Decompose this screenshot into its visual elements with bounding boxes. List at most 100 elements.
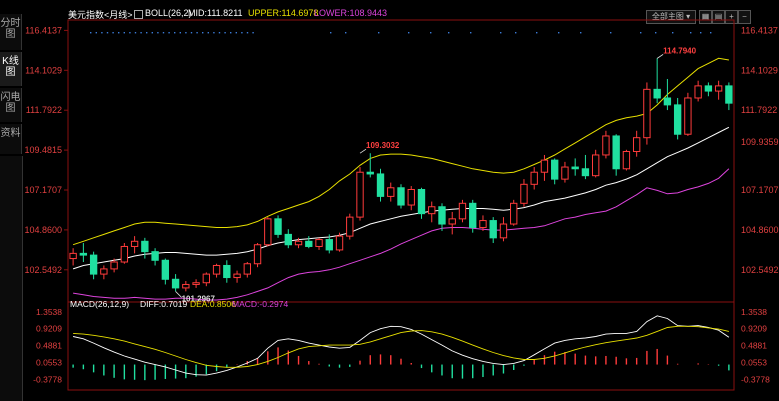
extreme-price-label: 109.3032 — [366, 141, 400, 150]
event-marker — [655, 32, 657, 34]
event-marker — [515, 32, 517, 34]
event-marker — [448, 32, 450, 34]
event-marker — [230, 32, 232, 34]
candle-up — [253, 244, 262, 265]
candle-down — [284, 233, 292, 246]
macd-title: MACD(26,12,9) — [70, 299, 129, 309]
y-tick-label-right: 102.5492 — [741, 265, 779, 275]
candle-down — [489, 220, 497, 239]
event-marker — [241, 32, 243, 34]
candle-up — [694, 85, 702, 99]
candle-up — [212, 264, 221, 275]
event-marker — [168, 32, 170, 34]
y-tick-label-left: 116.4137 — [25, 25, 62, 35]
candle-up — [233, 273, 241, 279]
event-marker — [500, 32, 502, 34]
event-marker — [123, 32, 125, 34]
candle-up — [622, 151, 631, 170]
event-marker — [700, 32, 702, 34]
event-marker — [470, 32, 472, 34]
candle-down — [653, 88, 661, 99]
candle-down — [171, 278, 180, 289]
event-marker — [330, 32, 332, 34]
candle-up — [632, 137, 641, 153]
kline-chart[interactable]: 116.4137 114.1029 111.7922 109.4815 107.1707… — [0, 0, 779, 401]
candle-up — [202, 273, 210, 284]
event-marker — [672, 32, 674, 34]
macd-panel-frame — [67, 301, 735, 391]
event-marker — [95, 32, 97, 34]
event-marker — [408, 32, 410, 34]
candle-down — [397, 187, 405, 206]
candle-up — [540, 159, 549, 173]
candle-down — [673, 104, 682, 135]
candle-up — [602, 135, 610, 156]
event-marker — [146, 32, 148, 34]
candle-up — [69, 252, 77, 260]
candle-down — [79, 252, 88, 256]
y-tick-label-left: 114.1029 — [25, 65, 62, 75]
event-marker — [430, 32, 432, 34]
y-tick-label-left: 111.7922 — [26, 105, 62, 115]
candle-up — [643, 88, 651, 139]
candle-up — [520, 183, 528, 204]
candle-up — [510, 202, 518, 225]
candle-up — [243, 263, 251, 275]
event-marker — [224, 32, 226, 34]
macd-y-tick-right: 1.3538 — [741, 307, 767, 317]
candle-down — [417, 188, 426, 215]
event-marker — [345, 32, 347, 34]
event-marker — [640, 32, 642, 34]
candle-up — [407, 188, 415, 206]
candle-up — [387, 187, 395, 197]
event-marker — [134, 32, 137, 34]
candle-up — [448, 218, 456, 225]
event-marker — [580, 32, 582, 34]
candle-down — [469, 202, 477, 228]
event-marker — [140, 32, 142, 34]
candle-up — [714, 85, 723, 92]
event-marker — [101, 32, 103, 34]
macd-y-tick-right: 0.0553 — [741, 357, 767, 367]
candle-down — [376, 173, 385, 197]
candle-up — [479, 220, 487, 228]
y-tick-label-right: 104.8600 — [741, 225, 779, 235]
y-tick-label-right: 116.4137 — [741, 25, 778, 35]
candle-up — [428, 206, 436, 215]
y-tick-label-right: 107.1707 — [741, 185, 779, 195]
event-marker — [157, 32, 159, 34]
candle-up — [499, 223, 508, 239]
candle-down — [223, 264, 231, 279]
macd-diff-line — [73, 315, 730, 376]
macd-y-tick-left: -0.3778 — [33, 374, 62, 384]
macd-y-tick-left: 0.9209 — [36, 324, 62, 334]
macd-y-tick-left: 0.0553 — [36, 357, 62, 367]
event-marker — [213, 32, 215, 34]
y-tick-label-left: 102.5492 — [24, 265, 62, 275]
event-marker — [235, 32, 237, 34]
y-tick-label-right: 111.7922 — [741, 105, 777, 115]
candle-down — [704, 85, 713, 92]
event-marker — [246, 32, 249, 34]
candle-down — [438, 206, 446, 225]
macd-y-tick-right: 0.9209 — [741, 324, 767, 334]
candle-down — [612, 135, 620, 170]
candle-up — [120, 245, 129, 263]
event-marker — [174, 32, 176, 34]
candle-down — [89, 254, 98, 275]
candle-up — [346, 216, 354, 237]
macd-diff-label: DIFF:0.7019 — [140, 299, 188, 309]
event-marker — [118, 32, 120, 34]
candle-up — [294, 240, 303, 246]
candle-down — [551, 159, 559, 180]
event-marker — [90, 32, 92, 34]
macd-y-tick-left: 1.3538 — [36, 307, 62, 317]
extreme-price-label: 114.7940 — [663, 46, 696, 55]
event-marker — [112, 32, 114, 34]
candle-up — [458, 202, 467, 220]
event-marker — [106, 32, 109, 34]
macd-y-tick-right: 0.4881 — [741, 341, 767, 351]
event-marker — [610, 32, 612, 34]
candle-up — [130, 240, 139, 247]
y-tick-label-left: 104.8600 — [24, 225, 62, 235]
